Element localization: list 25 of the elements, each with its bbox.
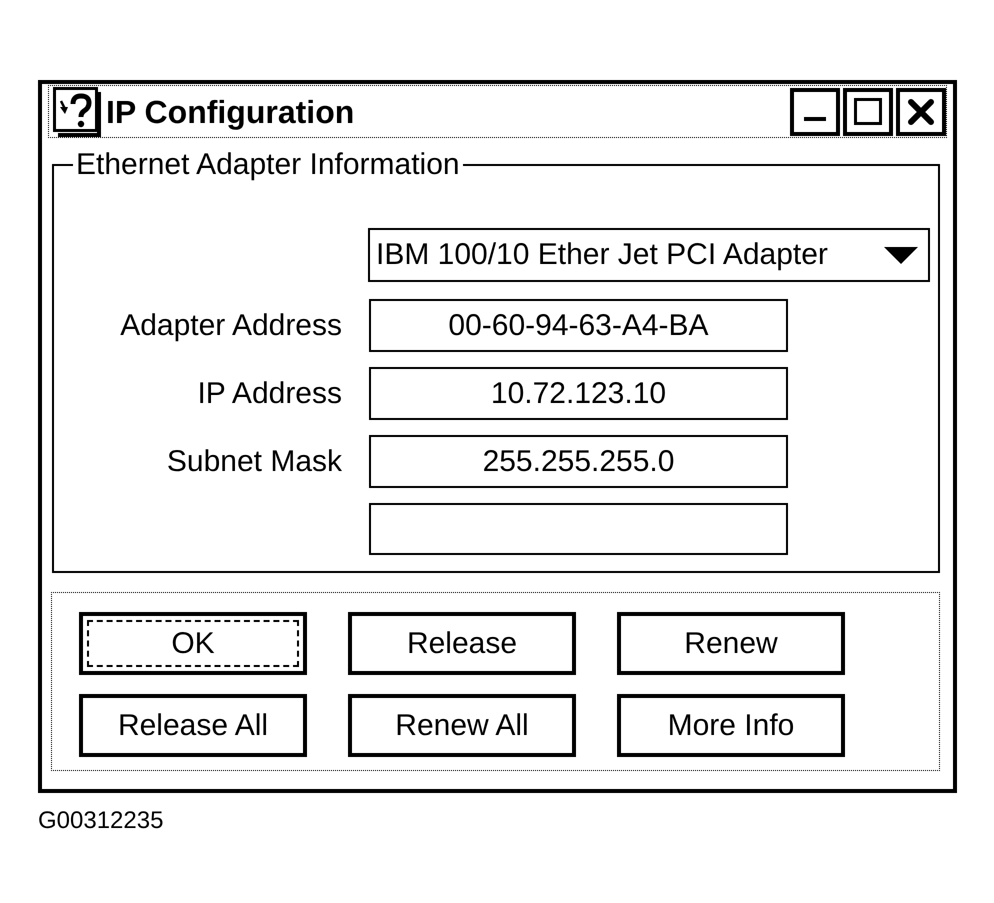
- field-label: IP Address: [196, 378, 343, 408]
- maximize-button[interactable]: [843, 88, 893, 136]
- text-field[interactable]: 00-60-94-63-A4-BA: [369, 299, 788, 352]
- minimize-icon: [804, 116, 826, 120]
- maximize-icon: [854, 98, 882, 125]
- empty-field[interactable]: [369, 503, 788, 555]
- field-label: Adapter Address: [119, 310, 343, 340]
- close-button[interactable]: [896, 88, 946, 136]
- dropdown-caret-icon: [884, 246, 918, 264]
- dialog-button[interactable]: More Info: [617, 694, 845, 757]
- group-title: Ethernet Adapter Information: [75, 148, 461, 182]
- close-icon: [908, 98, 934, 124]
- dialog-button[interactable]: Renew All: [348, 694, 576, 757]
- dialog-button[interactable]: Renew: [617, 612, 845, 675]
- text-field[interactable]: 255.255.255.0: [369, 435, 788, 488]
- dialog-button[interactable]: Release: [348, 612, 576, 675]
- adapter-dropdown[interactable]: IBM 100/10 Ether Jet PCI Adapter: [368, 228, 930, 282]
- figure-id: G00312235: [38, 809, 164, 833]
- text-field[interactable]: 10.72.123.10: [369, 367, 788, 420]
- dialog-button[interactable]: Release All: [79, 694, 307, 757]
- field-label: Subnet Mask: [166, 446, 343, 476]
- minimize-button[interactable]: [790, 88, 840, 136]
- window-title: IP Configuration: [106, 96, 354, 128]
- help-icon[interactable]: [53, 86, 103, 136]
- dialog-button[interactable]: OK: [79, 612, 307, 675]
